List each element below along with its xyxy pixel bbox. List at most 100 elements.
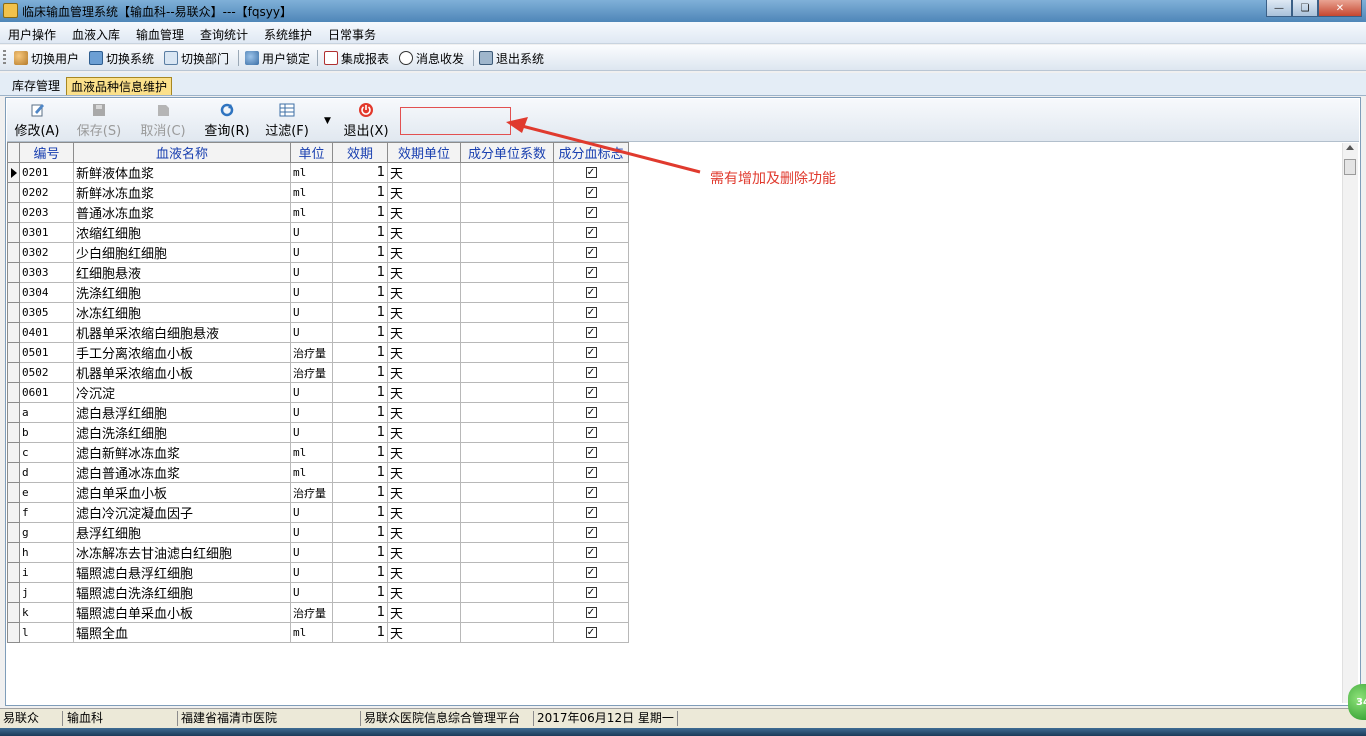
cell-code[interactable]: 0305: [19, 302, 74, 323]
cell-coefficient[interactable]: [460, 482, 554, 503]
cell-coefficient[interactable]: [460, 182, 554, 203]
cell-coefficient[interactable]: [460, 222, 554, 243]
table-row[interactable]: g 悬浮红细胞 U 1 天 ✓: [7, 522, 629, 543]
minimize-button[interactable]: —: [1266, 0, 1292, 17]
cell-coefficient[interactable]: [460, 262, 554, 283]
row-indicator[interactable]: [7, 522, 20, 543]
cell-name[interactable]: 机器单采浓缩白细胞悬液: [73, 322, 291, 343]
cell-code[interactable]: 0401: [19, 322, 74, 343]
table-row[interactable]: 0305 冰冻红细胞 U 1 天 ✓: [7, 302, 629, 323]
component-flag-checkbox[interactable]: ✓: [585, 507, 597, 518]
cell-expiry[interactable]: 1: [332, 282, 388, 303]
exit-button[interactable]: 退出(X): [338, 102, 394, 140]
table-row[interactable]: d 滤白普通冰冻血浆 ml 1 天 ✓: [7, 462, 629, 483]
component-flag-checkbox[interactable]: ✓: [585, 307, 597, 318]
component-flag-checkbox[interactable]: ✓: [585, 627, 597, 638]
cell-code[interactable]: f: [19, 502, 74, 523]
cell-expiry-unit[interactable]: 天: [387, 522, 461, 543]
cell-code[interactable]: l: [19, 622, 74, 643]
cell-coefficient[interactable]: [460, 562, 554, 583]
cell-expiry[interactable]: 1: [332, 562, 388, 583]
cell-expiry-unit[interactable]: 天: [387, 542, 461, 563]
filter-button[interactable]: 过滤(F): [259, 102, 315, 140]
component-flag-checkbox[interactable]: ✓: [585, 187, 597, 198]
cell-expiry[interactable]: 1: [332, 222, 388, 243]
component-flag-checkbox[interactable]: ✓: [585, 387, 597, 398]
component-flag-checkbox[interactable]: ✓: [585, 327, 597, 338]
cell-unit[interactable]: 治疗量: [290, 482, 333, 503]
cell-name[interactable]: 冷沉淀: [73, 382, 291, 403]
save-button[interactable]: 保存(S): [71, 102, 127, 140]
cell-code[interactable]: 0201: [19, 162, 74, 183]
table-row[interactable]: 0301 浓缩红细胞 U 1 天 ✓: [7, 222, 629, 243]
row-indicator[interactable]: [7, 582, 20, 603]
cell-name[interactable]: 新鲜液体血浆: [73, 162, 291, 183]
cell-coefficient[interactable]: [460, 162, 554, 183]
cell-unit[interactable]: 治疗量: [290, 342, 333, 363]
tab-inventory[interactable]: 库存管理: [8, 77, 64, 95]
cell-unit[interactable]: U: [290, 302, 333, 323]
component-flag-checkbox[interactable]: ✓: [585, 487, 597, 498]
cell-unit[interactable]: U: [290, 422, 333, 443]
cell-name[interactable]: 机器单采浓缩血小板: [73, 362, 291, 383]
cell-coefficient[interactable]: [460, 542, 554, 563]
cell-expiry[interactable]: 1: [332, 522, 388, 543]
cell-expiry-unit[interactable]: 天: [387, 402, 461, 423]
row-indicator[interactable]: [7, 302, 20, 323]
cell-expiry-unit[interactable]: 天: [387, 482, 461, 503]
menu-blood-inbound[interactable]: 血液入库: [72, 26, 120, 43]
cell-code[interactable]: i: [19, 562, 74, 583]
cell-expiry-unit[interactable]: 天: [387, 362, 461, 383]
cell-name[interactable]: 手工分离浓缩血小板: [73, 342, 291, 363]
cell-expiry-unit[interactable]: 天: [387, 322, 461, 343]
table-row[interactable]: 0304 洗涤红细胞 U 1 天 ✓: [7, 282, 629, 303]
cell-coefficient[interactable]: [460, 422, 554, 443]
cell-expiry-unit[interactable]: 天: [387, 422, 461, 443]
cell-expiry-unit[interactable]: 天: [387, 262, 461, 283]
cell-expiry[interactable]: 1: [332, 362, 388, 383]
cell-coefficient[interactable]: [460, 442, 554, 463]
row-indicator[interactable]: [7, 222, 20, 243]
column-header-name[interactable]: 血液名称: [73, 142, 291, 163]
row-indicator[interactable]: [7, 482, 20, 503]
filter-dropdown-arrow-icon[interactable]: ▼: [324, 116, 331, 126]
component-flag-checkbox[interactable]: ✓: [585, 347, 597, 358]
cell-code[interactable]: 0203: [19, 202, 74, 223]
component-flag-checkbox[interactable]: ✓: [585, 527, 597, 538]
table-row[interactable]: e 滤白单采血小板 治疗量 1 天 ✓: [7, 482, 629, 503]
tab-blood-type-maintenance[interactable]: 血液品种信息维护: [66, 77, 173, 95]
table-row[interactable]: 0201 新鲜液体血浆 ml 1 天 ✓: [7, 162, 629, 183]
menu-user-operations[interactable]: 用户操作: [8, 26, 56, 43]
cell-name[interactable]: 滤白单采血小板: [73, 482, 291, 503]
row-indicator[interactable]: [7, 502, 20, 523]
exit-system-button[interactable]: 退出系统: [479, 49, 544, 67]
cell-unit[interactable]: ml: [290, 202, 333, 223]
cell-expiry[interactable]: 1: [332, 382, 388, 403]
component-flag-checkbox[interactable]: ✓: [585, 287, 597, 298]
table-row[interactable]: j 辐照滤白洗涤红细胞 U 1 天 ✓: [7, 582, 629, 603]
table-row[interactable]: b 滤白洗涤红细胞 U 1 天 ✓: [7, 422, 629, 443]
cell-expiry[interactable]: 1: [332, 622, 388, 643]
component-flag-checkbox[interactable]: ✓: [585, 227, 597, 238]
component-flag-checkbox[interactable]: ✓: [585, 207, 597, 218]
cell-coefficient[interactable]: [460, 602, 554, 623]
cell-coefficient[interactable]: [460, 522, 554, 543]
component-flag-checkbox[interactable]: ✓: [585, 247, 597, 258]
cell-code[interactable]: 0302: [19, 242, 74, 263]
cell-name[interactable]: 悬浮红细胞: [73, 522, 291, 543]
cell-name[interactable]: 冰冻解冻去甘油滤白红细胞: [73, 542, 291, 563]
cell-unit[interactable]: U: [290, 382, 333, 403]
cell-coefficient[interactable]: [460, 582, 554, 603]
table-row[interactable]: 0203 普通冰冻血浆 ml 1 天 ✓: [7, 202, 629, 223]
component-flag-checkbox[interactable]: ✓: [585, 267, 597, 278]
cell-code[interactable]: 0601: [19, 382, 74, 403]
cell-expiry[interactable]: 1: [332, 462, 388, 483]
cell-code[interactable]: d: [19, 462, 74, 483]
report-button[interactable]: 集成报表: [324, 49, 389, 67]
cell-coefficient[interactable]: [460, 242, 554, 263]
table-row[interactable]: k 辐照滤白单采血小板 治疗量 1 天 ✓: [7, 602, 629, 623]
table-row[interactable]: l 辐照全血 ml 1 天 ✓: [7, 622, 629, 643]
table-row[interactable]: a 滤白悬浮红细胞 U 1 天 ✓: [7, 402, 629, 423]
cell-name[interactable]: 新鲜冰冻血浆: [73, 182, 291, 203]
cell-name[interactable]: 辐照滤白悬浮红细胞: [73, 562, 291, 583]
